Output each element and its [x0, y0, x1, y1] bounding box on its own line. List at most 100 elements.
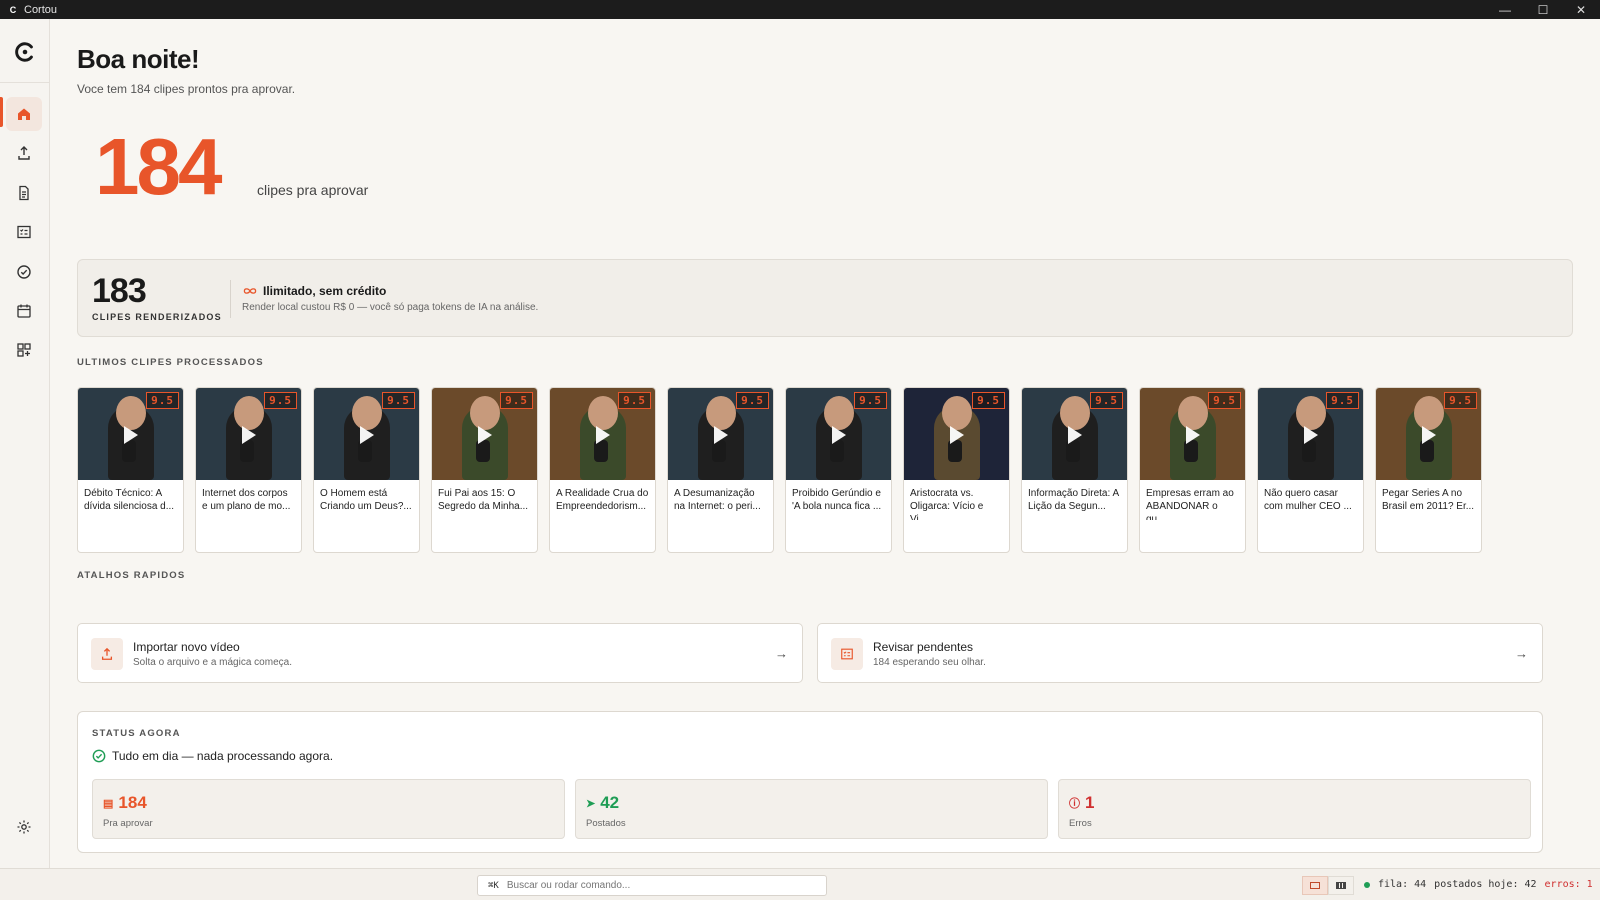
shortcuts-label: ATALHOS RAPIDOS: [77, 570, 186, 581]
clip-score: 9.5: [618, 392, 651, 409]
infinity-icon: [243, 288, 257, 294]
view-list-toggle[interactable]: [1302, 876, 1328, 895]
nav-settings[interactable]: [6, 810, 42, 844]
stat-posted[interactable]: ➤ 42 Postados: [575, 779, 1048, 839]
clip-title: O Homem está Criando um Deus?...: [320, 488, 412, 512]
status-dot-icon: [1364, 881, 1370, 888]
review-pending-shortcut[interactable]: Revisar pendentes 184 esperando seu olha…: [817, 623, 1543, 683]
arrow-right-icon: →: [1515, 646, 1528, 661]
play-icon[interactable]: [1304, 426, 1318, 444]
check-circle-icon: [17, 265, 31, 279]
maximize-button[interactable]: ☐: [1524, 0, 1562, 19]
clip-score: 9.5: [382, 392, 415, 409]
clip-title: Internet dos corpos e um plano de mo...: [202, 488, 291, 512]
close-button[interactable]: ✕: [1562, 0, 1600, 19]
play-icon[interactable]: [596, 426, 610, 444]
review-list-icon: [841, 648, 853, 660]
clip-score: 9.5: [146, 392, 179, 409]
play-icon[interactable]: [1186, 426, 1200, 444]
posted-today: postados hoje: 42: [1434, 879, 1537, 890]
sidebar: [0, 19, 50, 868]
clip-title: Pegar Series A no Brasil em 2011? Er...: [1382, 488, 1475, 512]
errors-count: erros: 1: [1544, 879, 1593, 890]
clip-thumbnail: 9.5: [668, 388, 773, 480]
clip-title: A Realidade Crua do Empreendedorism...: [556, 488, 649, 512]
active-indicator: [0, 97, 3, 127]
clip-card[interactable]: 9.5 Informação Direta: A Lição da Segun..…: [1021, 387, 1128, 553]
clip-score: 9.5: [854, 392, 887, 409]
play-icon[interactable]: [950, 426, 964, 444]
clip-card[interactable]: 9.5 A Desumanização na Internet: o peri..…: [667, 387, 774, 553]
nav-approved[interactable]: [6, 255, 42, 289]
review-list-icon: [17, 225, 31, 239]
play-icon[interactable]: [714, 426, 728, 444]
clip-card[interactable]: 9.5 Pegar Series A no Brasil em 2011? Er.…: [1375, 387, 1482, 553]
clip-card[interactable]: 9.5 Débito Técnico: A dívida silenciosa d…: [77, 387, 184, 553]
stat-label: Postados: [586, 818, 626, 829]
upload-icon: [18, 146, 30, 160]
clip-title: A Desumanização na Internet: o peri...: [674, 488, 761, 512]
stat-pending[interactable]: ▤ 184 Pra aprovar: [92, 779, 565, 839]
command-palette[interactable]: ⌘K: [477, 875, 827, 896]
recent-clips-label: ULTIMOS CLIPES PROCESSADOS: [77, 357, 264, 368]
stat-errors[interactable]: ⓘ 1 Erros: [1058, 779, 1531, 839]
app-logo-icon: C: [9, 4, 17, 15]
clip-thumbnail: 9.5: [1376, 388, 1481, 480]
status-message-text: Tudo em dia — nada processando agora.: [112, 749, 334, 763]
clip-thumbnail: 9.5: [1140, 388, 1245, 480]
clip-title: Aristocrata vs. Oligarca: Vício e Vi...: [910, 488, 984, 520]
nav-calendar[interactable]: [6, 294, 42, 328]
document-icon: [19, 185, 29, 201]
clip-card[interactable]: 9.5 Empresas erram ao ABANDONAR o qu...: [1139, 387, 1246, 553]
clip-card[interactable]: 9.5 Aristocrata vs. Oligarca: Vício e Vi.…: [903, 387, 1010, 553]
clip-score: 9.5: [500, 392, 533, 409]
play-icon[interactable]: [124, 426, 138, 444]
clip-card[interactable]: 9.5 Não quero casar com mulher CEO ...: [1257, 387, 1364, 553]
page-title: Boa noite!: [77, 44, 200, 74]
gear-icon: [17, 820, 31, 834]
clip-card[interactable]: 9.5 Internet dos corpos e um plano de mo.…: [195, 387, 302, 553]
clip-card[interactable]: 9.5 Fui Pai aos 15: O Segredo da Minha...: [431, 387, 538, 553]
clip-thumbnail: 9.5: [78, 388, 183, 480]
unlimited-text: Ilimitado, sem crédito: [263, 284, 387, 298]
play-icon[interactable]: [1422, 426, 1436, 444]
stat-value: 1: [1085, 793, 1095, 812]
command-input[interactable]: [506, 880, 807, 891]
nav-review[interactable]: [6, 215, 42, 249]
clip-thumbnail: 9.5: [904, 388, 1009, 480]
nav-documents[interactable]: [6, 176, 42, 210]
status-message: Tudo em dia — nada processando agora.: [92, 749, 333, 763]
clip-title: Não quero casar com mulher CEO ...: [1264, 488, 1352, 512]
play-icon[interactable]: [360, 426, 374, 444]
nav-integrations[interactable]: [6, 333, 42, 367]
minimize-button[interactable]: —: [1486, 0, 1524, 19]
clip-score: 9.5: [1444, 392, 1477, 409]
pending-count-hero: 184: [95, 122, 222, 211]
page-subtitle: Voce tem 184 clipes prontos pra aprovar.: [77, 82, 296, 96]
pending-count-label: clipes pra aprovar: [257, 182, 369, 198]
import-video-shortcut[interactable]: Importar novo vídeo Solta o arquivo e a …: [77, 623, 803, 683]
clip-card[interactable]: 9.5 O Homem está Criando um Deus?...: [313, 387, 420, 553]
status-card: STATUS AGORA Tudo em dia — nada processa…: [77, 711, 1543, 853]
play-icon[interactable]: [1068, 426, 1082, 444]
inbox-icon: ▤: [103, 797, 114, 810]
view-grid-toggle[interactable]: [1328, 876, 1354, 895]
clip-thumbnail: 9.5: [1022, 388, 1127, 480]
clip-card[interactable]: 9.5 A Realidade Crua do Empreendedorism..…: [549, 387, 656, 553]
clip-thumbnail: 9.5: [196, 388, 301, 480]
clip-title: Proibido Gerúndio e 'A bola nunca fica .…: [792, 488, 882, 512]
play-icon[interactable]: [478, 426, 492, 444]
clip-card[interactable]: 9.5 Proibido Gerúndio e 'A bola nunca fic…: [785, 387, 892, 553]
play-icon[interactable]: [832, 426, 846, 444]
nav-home[interactable]: [6, 97, 42, 131]
stat-label: Erros: [1069, 818, 1092, 829]
app-logo-icon[interactable]: [14, 41, 36, 63]
play-icon[interactable]: [242, 426, 256, 444]
clip-thumbnail: 9.5: [432, 388, 537, 480]
shortcut-desc: Solta o arquivo e a mágica começa.: [133, 657, 292, 668]
nav-upload[interactable]: [6, 136, 42, 170]
render-cost-desc: Render local custou R$ 0 — você só paga …: [242, 302, 539, 313]
send-icon: ➤: [586, 797, 596, 810]
clip-thumbnail: 9.5: [1258, 388, 1363, 480]
clip-score: 9.5: [736, 392, 769, 409]
